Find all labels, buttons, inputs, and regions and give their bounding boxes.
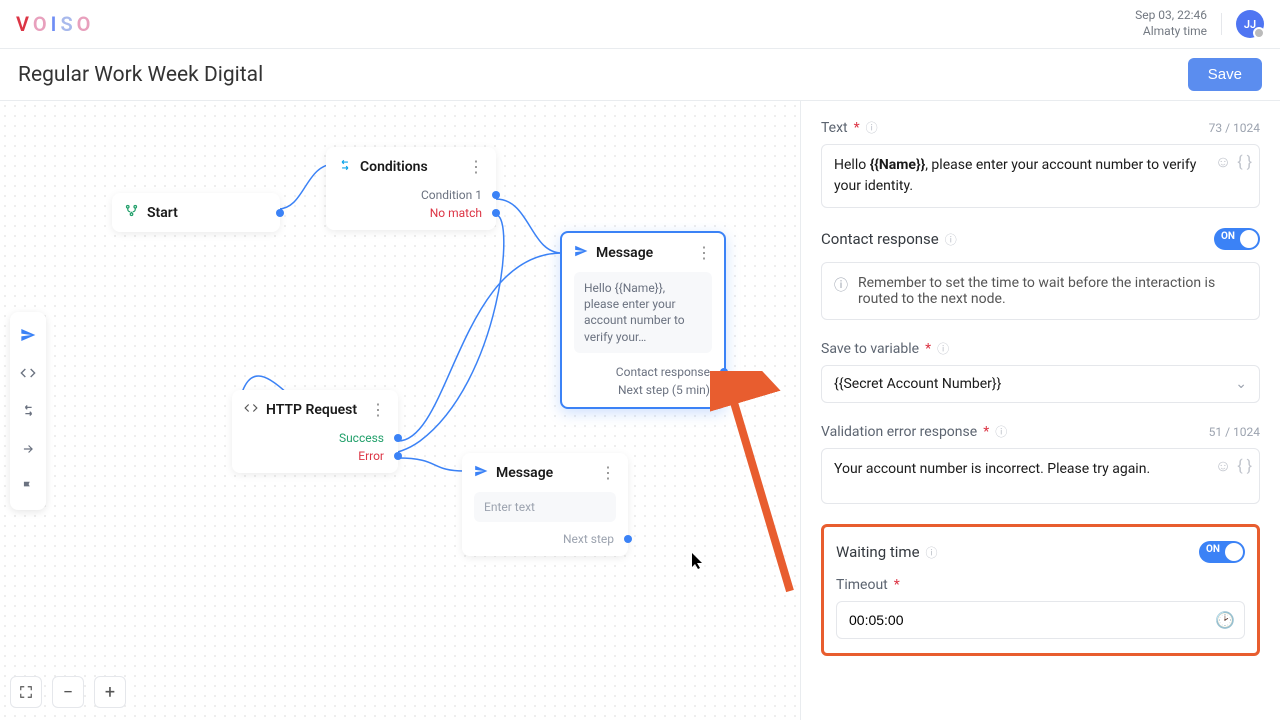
logo: VOISO <box>16 12 94 36</box>
node-message-selected[interactable]: Message ⋮ Hello {{Name}}, please enter y… <box>560 231 726 409</box>
waiting-time-toggle[interactable]: ON <box>1199 541 1245 563</box>
node-menu-icon[interactable]: ⋮ <box>600 463 616 482</box>
node-port-next-step[interactable]: Next step <box>462 530 628 548</box>
node-start[interactable]: Start <box>112 193 280 232</box>
send-icon <box>574 243 588 262</box>
info-icon[interactable]: ⓘ <box>937 340 949 357</box>
tool-code-icon[interactable] <box>10 354 46 392</box>
info-icon[interactable]: ⓘ <box>995 423 1007 440</box>
tool-arrow-icon[interactable] <box>10 430 46 468</box>
text-label: Text <box>821 120 848 136</box>
save-variable-select[interactable]: {{Secret Account Number}} ⌄ <box>821 365 1260 403</box>
text-counter: 73 / 1024 <box>1209 121 1260 135</box>
avatar[interactable]: JJ <box>1236 10 1264 38</box>
waiting-time-section: Waiting time ⓘ ON Timeout * 🕑 <box>821 524 1260 656</box>
validation-label: Validation error response <box>821 424 977 440</box>
save-variable-label: Save to variable <box>821 341 919 357</box>
node-message-2[interactable]: Message ⋮ Enter text Next step <box>462 453 628 556</box>
node-menu-icon[interactable]: ⋮ <box>370 400 386 419</box>
validation-counter: 51 / 1024 <box>1209 425 1260 439</box>
tool-flag-icon[interactable] <box>10 468 46 506</box>
text-input[interactable]: Hello {{Name}}, please enter your accoun… <box>821 144 1260 208</box>
send-icon <box>474 463 488 482</box>
chevron-down-icon: ⌄ <box>1235 376 1247 392</box>
node-port-nomatch[interactable]: No match <box>326 204 496 222</box>
message-preview: Hello {{Name}}, please enter your accoun… <box>574 272 712 353</box>
canvas-fit-button[interactable] <box>10 676 42 708</box>
save-button[interactable]: Save <box>1188 58 1262 91</box>
info-callout: ⓘ Remember to set the time to wait befor… <box>821 262 1260 320</box>
emoji-icon[interactable]: ☺ <box>1215 152 1231 172</box>
node-title: Message <box>596 245 688 261</box>
properties-panel: Text * ⓘ 73 / 1024 Hello {{Name}}, pleas… <box>800 100 1280 720</box>
zoom-in-button[interactable]: + <box>94 676 126 708</box>
canvas-toolbox <box>10 312 46 510</box>
timeout-label: Timeout <box>836 577 888 593</box>
node-port-next-step[interactable]: Next step (5 min) <box>562 381 724 399</box>
info-icon[interactable]: ⓘ <box>945 231 957 248</box>
tool-branch-icon[interactable] <box>10 392 46 430</box>
required-mark: * <box>894 577 900 593</box>
cursor-icon <box>692 553 704 569</box>
node-title: Conditions <box>360 159 460 175</box>
clock-icon: 🕑 <box>1215 611 1235 630</box>
insert-variable-icon[interactable]: { } <box>1237 456 1252 476</box>
tool-send-icon[interactable] <box>10 316 46 354</box>
node-port-error[interactable]: Error <box>232 447 398 465</box>
page-title: Regular Work Week Digital <box>18 63 263 87</box>
insert-variable-icon[interactable]: { } <box>1237 152 1252 172</box>
node-menu-icon[interactable]: ⋮ <box>696 243 712 262</box>
node-http-request[interactable]: HTTP Request ⋮ Success Error <box>232 390 398 473</box>
required-mark: * <box>925 341 931 357</box>
conditions-icon <box>338 157 352 176</box>
zoom-out-button[interactable]: − <box>52 676 84 708</box>
waiting-time-label: Waiting time <box>836 543 920 561</box>
validation-input[interactable]: Your account number is incorrect. Please… <box>821 448 1260 504</box>
contact-response-toggle[interactable]: ON <box>1214 228 1260 250</box>
info-icon: ⓘ <box>834 275 848 295</box>
contact-response-label: Contact response <box>821 230 939 248</box>
required-mark: * <box>854 120 860 136</box>
node-port-condition1[interactable]: Condition 1 <box>326 186 496 204</box>
timeout-input[interactable] <box>836 601 1245 639</box>
node-title: HTTP Request <box>266 402 362 418</box>
info-icon[interactable]: ⓘ <box>866 119 878 136</box>
flow-canvas[interactable]: Start Conditions ⋮ Condition 1 No match <box>0 100 800 720</box>
node-port-contact-response[interactable]: Contact response <box>562 363 724 381</box>
node-title: Start <box>147 205 268 221</box>
info-icon[interactable]: ⓘ <box>926 544 938 561</box>
emoji-icon[interactable]: ☺ <box>1215 456 1231 476</box>
time-info: Sep 03, 22:46 Almaty time <box>1135 8 1207 39</box>
code-icon <box>244 400 258 419</box>
node-title: Message <box>496 465 592 481</box>
required-mark: * <box>983 424 989 440</box>
start-icon <box>124 203 139 222</box>
node-menu-icon[interactable]: ⋮ <box>468 157 484 176</box>
node-conditions[interactable]: Conditions ⋮ Condition 1 No match <box>326 147 496 230</box>
message-placeholder: Enter text <box>474 492 616 522</box>
node-port-success[interactable]: Success <box>232 429 398 447</box>
